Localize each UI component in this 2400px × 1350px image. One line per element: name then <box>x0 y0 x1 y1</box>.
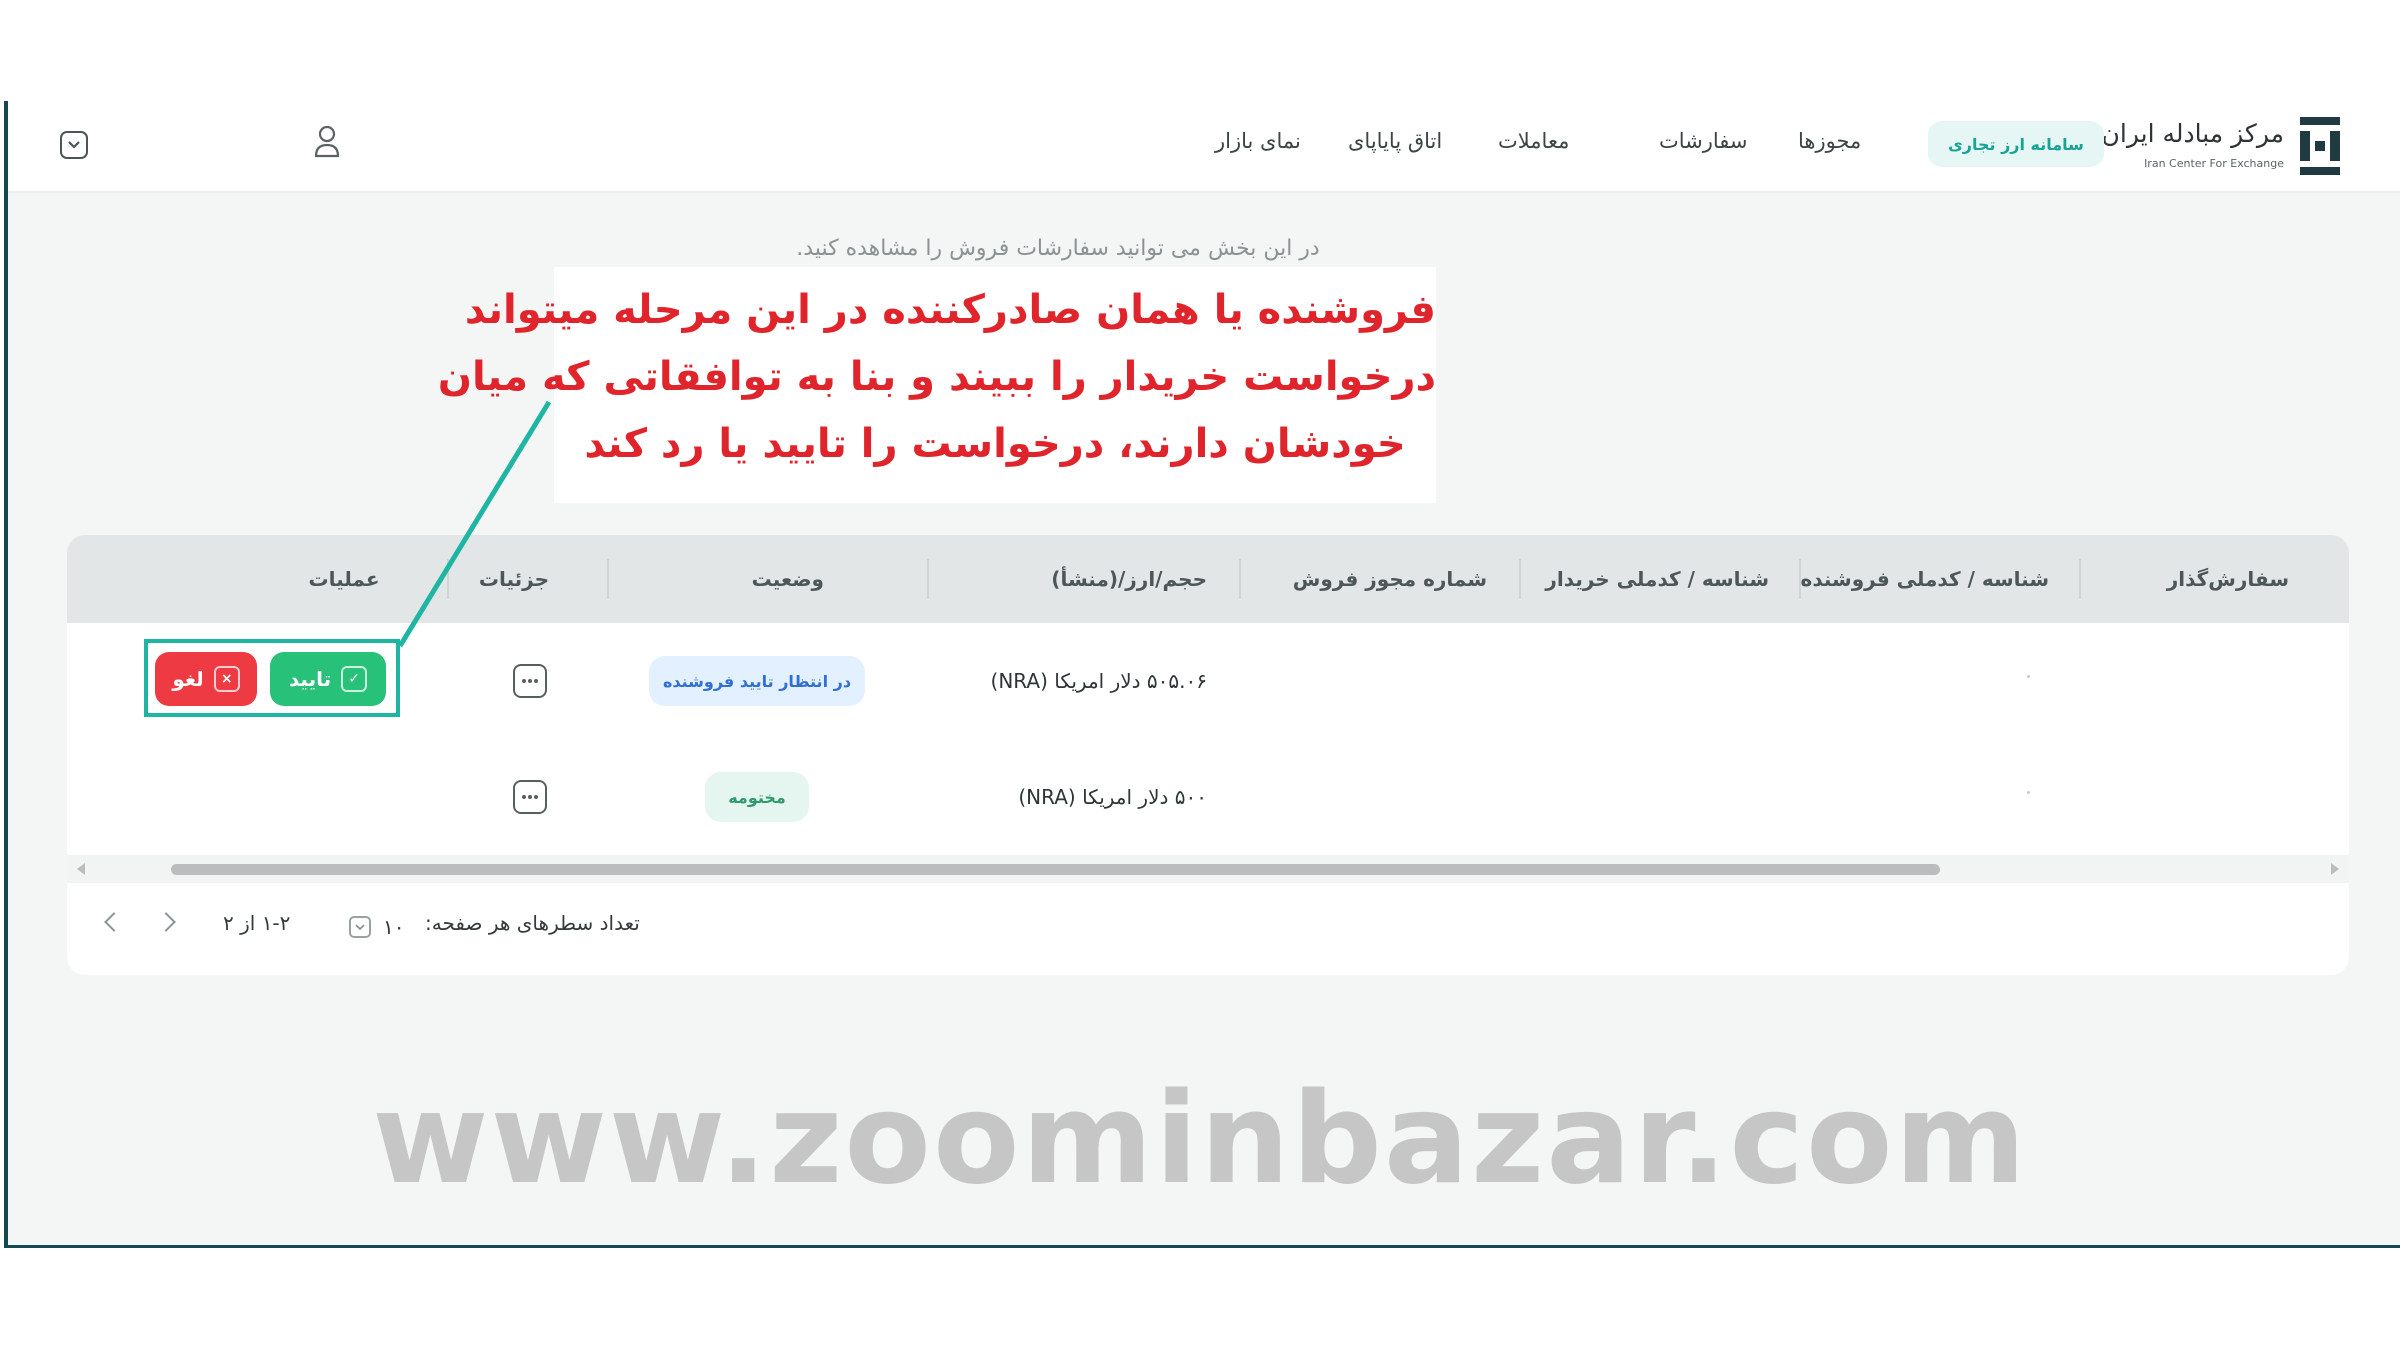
previous-page-icon[interactable] <box>104 912 124 932</box>
nav-market-view[interactable]: نمای بازار <box>1215 129 1301 153</box>
check-icon: ✓ <box>341 666 368 692</box>
callout-line-1: فروشنده یا همان صادرکننده در این مرحله م… <box>464 287 1436 333</box>
close-icon: × <box>213 666 240 692</box>
table-row: ۵۰۰ دلار امریکا (NRA) مختومه <box>67 739 2349 855</box>
collapse-button[interactable] <box>60 131 88 159</box>
header-divider <box>1519 559 1521 599</box>
volume-cell: ۵۰۰ دلار امریکا (NRA) <box>1018 785 1207 809</box>
forex-system-button[interactable]: سامانه ارز تجاری <box>1928 121 2104 167</box>
nav-trades[interactable]: معاملات <box>1498 129 1569 153</box>
details-cell <box>513 623 547 739</box>
header-divider <box>927 559 929 599</box>
rows-per-page-value: ۱۰ <box>383 915 405 939</box>
more-dots-icon <box>522 679 538 683</box>
masked-value <box>2027 791 2030 794</box>
header-divider <box>447 559 449 599</box>
horizontal-scrollbar[interactable] <box>67 855 2349 883</box>
status-badge: در انتظار تایید فروشنده <box>649 656 865 706</box>
header-orderer: سفارش‌گذار <box>2166 567 2289 591</box>
scroll-right-icon[interactable] <box>2331 863 2339 875</box>
top-navbar: مرکز مبادله ایران Iran Center For Exchan… <box>8 101 2400 193</box>
header-operations: عملیات <box>308 567 380 591</box>
header-divider <box>1799 559 1801 599</box>
nav-permits[interactable]: مجوزها <box>1798 129 1861 153</box>
details-button[interactable] <box>513 780 547 814</box>
instruction-callout: فروشنده یا همان صادرکننده در این مرحله م… <box>437 267 1436 503</box>
reject-button[interactable]: × لغو <box>155 652 257 706</box>
more-dots-icon <box>522 795 538 799</box>
rows-per-page-label: تعداد سطرهای هر صفحه: <box>425 911 640 935</box>
page-frame: مرکز مبادله ایران Iran Center For Exchan… <box>0 0 2400 1350</box>
header-details: جزئیات <box>478 567 549 591</box>
scroll-left-icon[interactable] <box>77 863 85 875</box>
page-range: ۱-۲ از ۲ <box>223 911 291 935</box>
header-volume: حجم/ارز/(منشأ) <box>1051 567 1207 591</box>
header-permit-number: شماره مجوز فروش <box>1292 567 1487 591</box>
volume-cell: ۵۰۵.۰۶ دلار امریکا (NRA) <box>990 669 1207 693</box>
header-seller-id: شناسه / کدملی فروشنده <box>1800 567 2049 591</box>
header-divider <box>607 559 609 599</box>
next-page-icon[interactable] <box>156 912 176 932</box>
exchange-logo-icon <box>2300 117 2340 175</box>
nav-clearing-room[interactable]: اتاق پایاپای <box>1348 129 1442 153</box>
brand-logo[interactable]: مرکز مبادله ایران Iran Center For Exchan… <box>2102 109 2342 179</box>
header-buyer-id: شناسه / کدملی خریدار <box>1545 567 1769 591</box>
approve-label: تایید <box>288 667 332 691</box>
chevron-down-icon <box>68 141 80 149</box>
header-divider <box>2079 559 2081 599</box>
chevron-down-icon <box>349 916 371 938</box>
sell-orders-table: سفارش‌گذار شناسه / کدملی فروشنده شناسه /… <box>67 535 2349 975</box>
pagination-bar: تعداد سطرهای هر صفحه: ۱۰ ۱-۲ از ۲ <box>67 883 2349 975</box>
header-status: وضعیت <box>751 567 824 591</box>
callout-line-2: درخواست خریدار را ببیند و بنا به توافقات… <box>437 354 1436 400</box>
scrollbar-thumb[interactable] <box>171 864 1940 875</box>
watermark-text: www.zoominbazar.com <box>372 1065 2028 1212</box>
approve-button[interactable]: ✓ تایید <box>270 652 386 706</box>
status-cell: مختومه <box>705 739 809 855</box>
masked-value <box>2027 675 2030 678</box>
page-intro-text: در این بخش می توانید سفارشات فروش را مشا… <box>796 236 1320 261</box>
status-badge: مختومه <box>705 772 809 822</box>
details-button[interactable] <box>513 664 547 698</box>
callout-line-3: خودشان دارند، درخواست را تایید یا رد کند <box>584 421 1406 467</box>
status-cell: در انتظار تایید فروشنده <box>649 623 865 739</box>
table-row: ۵۰۵.۰۶ دلار امریکا (NRA) در انتظار تایید… <box>67 623 2349 739</box>
details-cell <box>513 739 547 855</box>
table-header: سفارش‌گذار شناسه / کدملی فروشنده شناسه /… <box>67 535 2349 623</box>
nav-orders[interactable]: سفارشات <box>1659 129 1748 153</box>
reject-label: لغو <box>172 667 204 691</box>
brand-name-en: Iran Center For Exchange <box>2144 157 2284 170</box>
brand-name-fa: مرکز مبادله ایران <box>2101 119 2284 148</box>
header-divider <box>1239 559 1241 599</box>
user-icon[interactable] <box>314 125 340 159</box>
rows-per-page-select[interactable]: ۱۰ <box>349 911 405 943</box>
